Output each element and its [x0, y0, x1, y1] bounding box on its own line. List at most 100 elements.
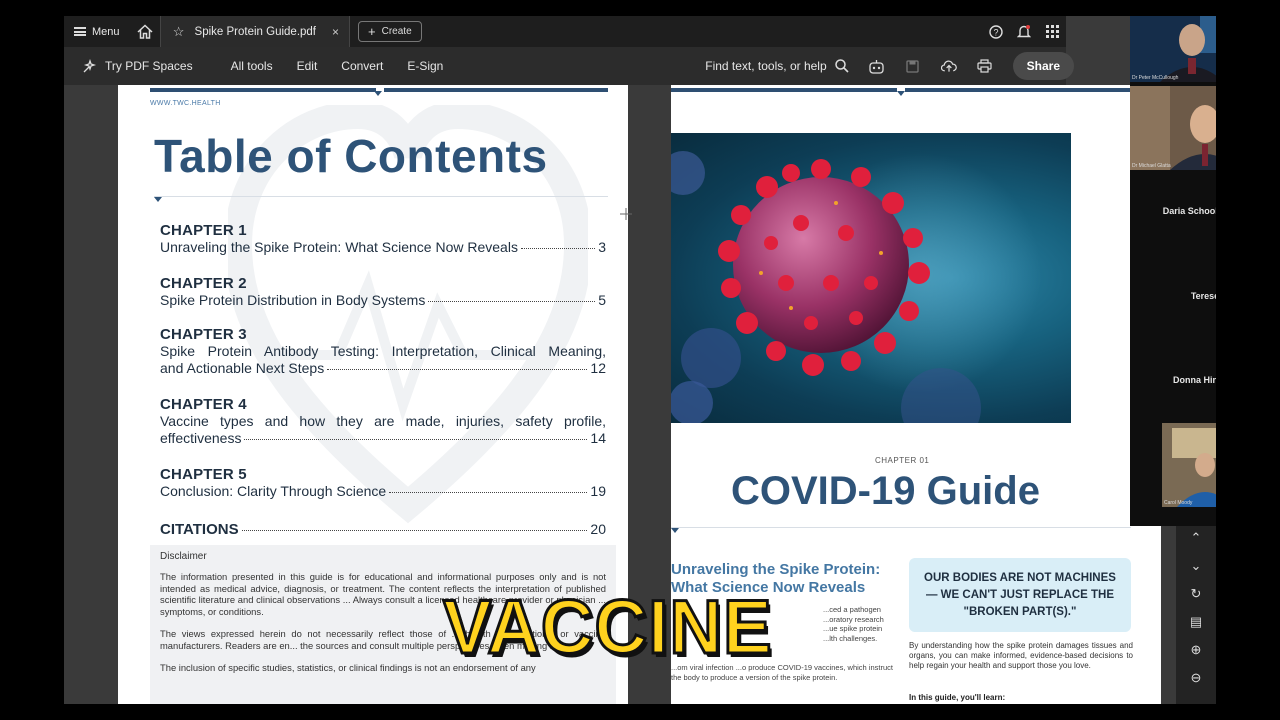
- callout-box: OUR BODIES ARE NOT MACHINES— WE CAN'T JU…: [909, 558, 1131, 632]
- menu-button[interactable]: Menu: [64, 16, 130, 47]
- chapter-heading: CHAPTER 5: [160, 466, 247, 483]
- page-number: 3: [598, 239, 606, 255]
- page-thumbnail-icon[interactable]: ▤: [1190, 614, 1202, 630]
- find-label: Find text, tools, or help: [705, 59, 827, 73]
- hamburger-icon: [74, 27, 86, 36]
- chapter-title: COVID-19 Guide: [731, 469, 1040, 513]
- help-icon[interactable]: ?: [988, 24, 1004, 40]
- svg-text:?: ?: [993, 27, 998, 37]
- document-toolbar: Try PDF Spaces All tools Edit Convert E-…: [64, 47, 1074, 85]
- chapter-title: Conclusion: Clarity Through Science: [160, 483, 387, 499]
- create-label: Create: [381, 26, 412, 37]
- share-button[interactable]: Share: [1012, 52, 1074, 80]
- toolbar-menu: All tools Edit Convert E-Sign: [231, 59, 444, 73]
- participant-tile[interactable]: Carol Moody: [1162, 423, 1216, 507]
- spaces-icon: [83, 58, 97, 72]
- header-marker: [897, 91, 905, 96]
- home-icon: [137, 24, 153, 39]
- home-button[interactable]: [130, 16, 160, 47]
- video-feed: [1130, 86, 1216, 170]
- video-call-panel: Dr Peter McCullough Dr Michael Glatta Da…: [1130, 16, 1216, 526]
- chapter-heading: CHAPTER 2: [160, 275, 247, 292]
- create-button[interactable]: + Create: [358, 21, 422, 42]
- toolbar-right-actions: Find text, tools, or help Share: [705, 47, 1074, 85]
- site-url: WWW.TWC.HEALTH: [150, 100, 221, 107]
- learn-label: In this guide, you'll learn:: [909, 693, 1006, 702]
- participant-name: Donna Hinders: [1172, 375, 1216, 385]
- page-header-strip: [905, 88, 1135, 92]
- header-marker: [374, 91, 382, 96]
- leader-dots: [327, 369, 588, 370]
- cloud-upload-icon[interactable]: [940, 58, 957, 74]
- callout-text: OUR BODIES ARE NOT MACHINES— WE CAN'T JU…: [924, 571, 1116, 618]
- toc-entry-chapter-2[interactable]: CHAPTER 2 Spike Protein Distribution in …: [160, 275, 606, 309]
- leader-dots: [241, 530, 588, 531]
- bell-icon[interactable]: [1016, 24, 1032, 40]
- page-number: 5: [598, 292, 606, 308]
- star-icon[interactable]: ☆: [171, 24, 187, 40]
- chevron-down-icon[interactable]: ⌄: [1191, 558, 1202, 574]
- participant-label: Dr Peter McCullough: [1132, 75, 1179, 81]
- chapter-title: and Actionable Next Steps: [160, 360, 325, 376]
- chapter-title-line1: Vaccine types and how they are made, inj…: [160, 413, 606, 429]
- callout-body: By understanding how the spike protein d…: [909, 641, 1133, 670]
- chapter-line: Spike Protein Distribution in Body Syste…: [160, 292, 606, 309]
- close-tab-icon[interactable]: ×: [332, 25, 339, 39]
- plus-icon: +: [368, 24, 376, 39]
- find-search-field[interactable]: Find text, tools, or help: [705, 59, 849, 73]
- chapter-title: effectiveness: [160, 430, 242, 446]
- toc-entry-chapter-1[interactable]: CHAPTER 1 Unraveling the Spike Protein: …: [160, 222, 606, 256]
- video-feed: [1162, 423, 1216, 507]
- app-top-bar: Menu ☆ Spike Protein Guide.pdf × + Creat…: [64, 16, 1066, 47]
- refresh-icon[interactable]: ↻: [1191, 586, 1202, 602]
- page-nav-rail: 15 ⌃ ⌄ ↻ ▤ ⊕ ⊖: [1176, 501, 1216, 704]
- chapter-line: Unraveling the Spike Protein: What Scien…: [160, 239, 606, 256]
- save-icon[interactable]: [905, 58, 921, 74]
- spaces-label: Try PDF Spaces: [105, 59, 193, 73]
- leader-dots: [389, 492, 588, 493]
- leader-dots: [520, 248, 596, 249]
- try-pdf-spaces-button[interactable]: Try PDF Spaces: [64, 58, 193, 74]
- page-number: 20: [590, 521, 606, 537]
- overlay-caption: VACCINE: [442, 585, 774, 670]
- document-tab[interactable]: ☆ Spike Protein Guide.pdf ×: [159, 16, 351, 47]
- leader-dots: [244, 439, 588, 440]
- page-title: Table of Contents: [154, 130, 548, 182]
- body-text-fragment: ...ced a pathogen ...oratory research ..…: [823, 605, 884, 643]
- zoom-in-icon[interactable]: ⊕: [1191, 642, 1202, 658]
- menu-convert[interactable]: Convert: [341, 59, 383, 73]
- zoom-out-icon[interactable]: ⊖: [1191, 670, 1202, 686]
- chapter-heading: CHAPTER 3: [160, 326, 247, 343]
- participant-label: Carol Moody: [1164, 500, 1193, 506]
- citations-label: CITATIONS: [160, 521, 239, 538]
- menu-label: Menu: [92, 25, 120, 38]
- chapter-title-line1: Spike Protein Antibody Testing: Interpre…: [160, 343, 606, 359]
- menu-e-sign[interactable]: E-Sign: [407, 59, 443, 73]
- participant-tile[interactable]: Dr Michael Glatta: [1130, 86, 1216, 170]
- leader-dots: [428, 301, 596, 302]
- ai-assistant-icon[interactable]: [869, 58, 885, 74]
- page-header-strip: [384, 88, 608, 92]
- menu-all-tools[interactable]: All tools: [231, 59, 273, 73]
- chapter-line: and Actionable Next Steps 12: [160, 360, 606, 377]
- topbar-right-actions: ?: [988, 16, 1066, 47]
- print-icon[interactable]: [977, 58, 993, 74]
- participant-label: Dr Michael Glatta: [1132, 163, 1171, 169]
- chapter-line: Conclusion: Clarity Through Science 19: [160, 483, 606, 500]
- disclaimer-title: Disclaimer: [160, 551, 207, 562]
- toc-entry-citations[interactable]: CITATIONS 20: [160, 521, 606, 538]
- apps-grid-icon[interactable]: [1044, 24, 1060, 40]
- toc-entry-chapter-4[interactable]: CHAPTER 4 Vaccine types and how they are…: [160, 396, 606, 447]
- toc-entry-chapter-3[interactable]: CHAPTER 3 Spike Protein Antibody Testing…: [160, 326, 606, 377]
- page-number: 14: [590, 430, 606, 446]
- tab-title: Spike Protein Guide.pdf: [194, 25, 316, 38]
- chevron-up-icon[interactable]: ⌃: [1191, 530, 1202, 546]
- toc-entry-chapter-5[interactable]: CHAPTER 5 Conclusion: Clarity Through Sc…: [160, 466, 606, 500]
- divider-marker: [154, 197, 162, 202]
- participant-tile[interactable]: Dr Peter McCullough: [1130, 16, 1216, 82]
- menu-edit[interactable]: Edit: [297, 59, 318, 73]
- divider-marker: [671, 528, 679, 533]
- video-feed: [1130, 16, 1216, 82]
- page-number: 19: [590, 483, 606, 499]
- virus-image: [671, 133, 1071, 423]
